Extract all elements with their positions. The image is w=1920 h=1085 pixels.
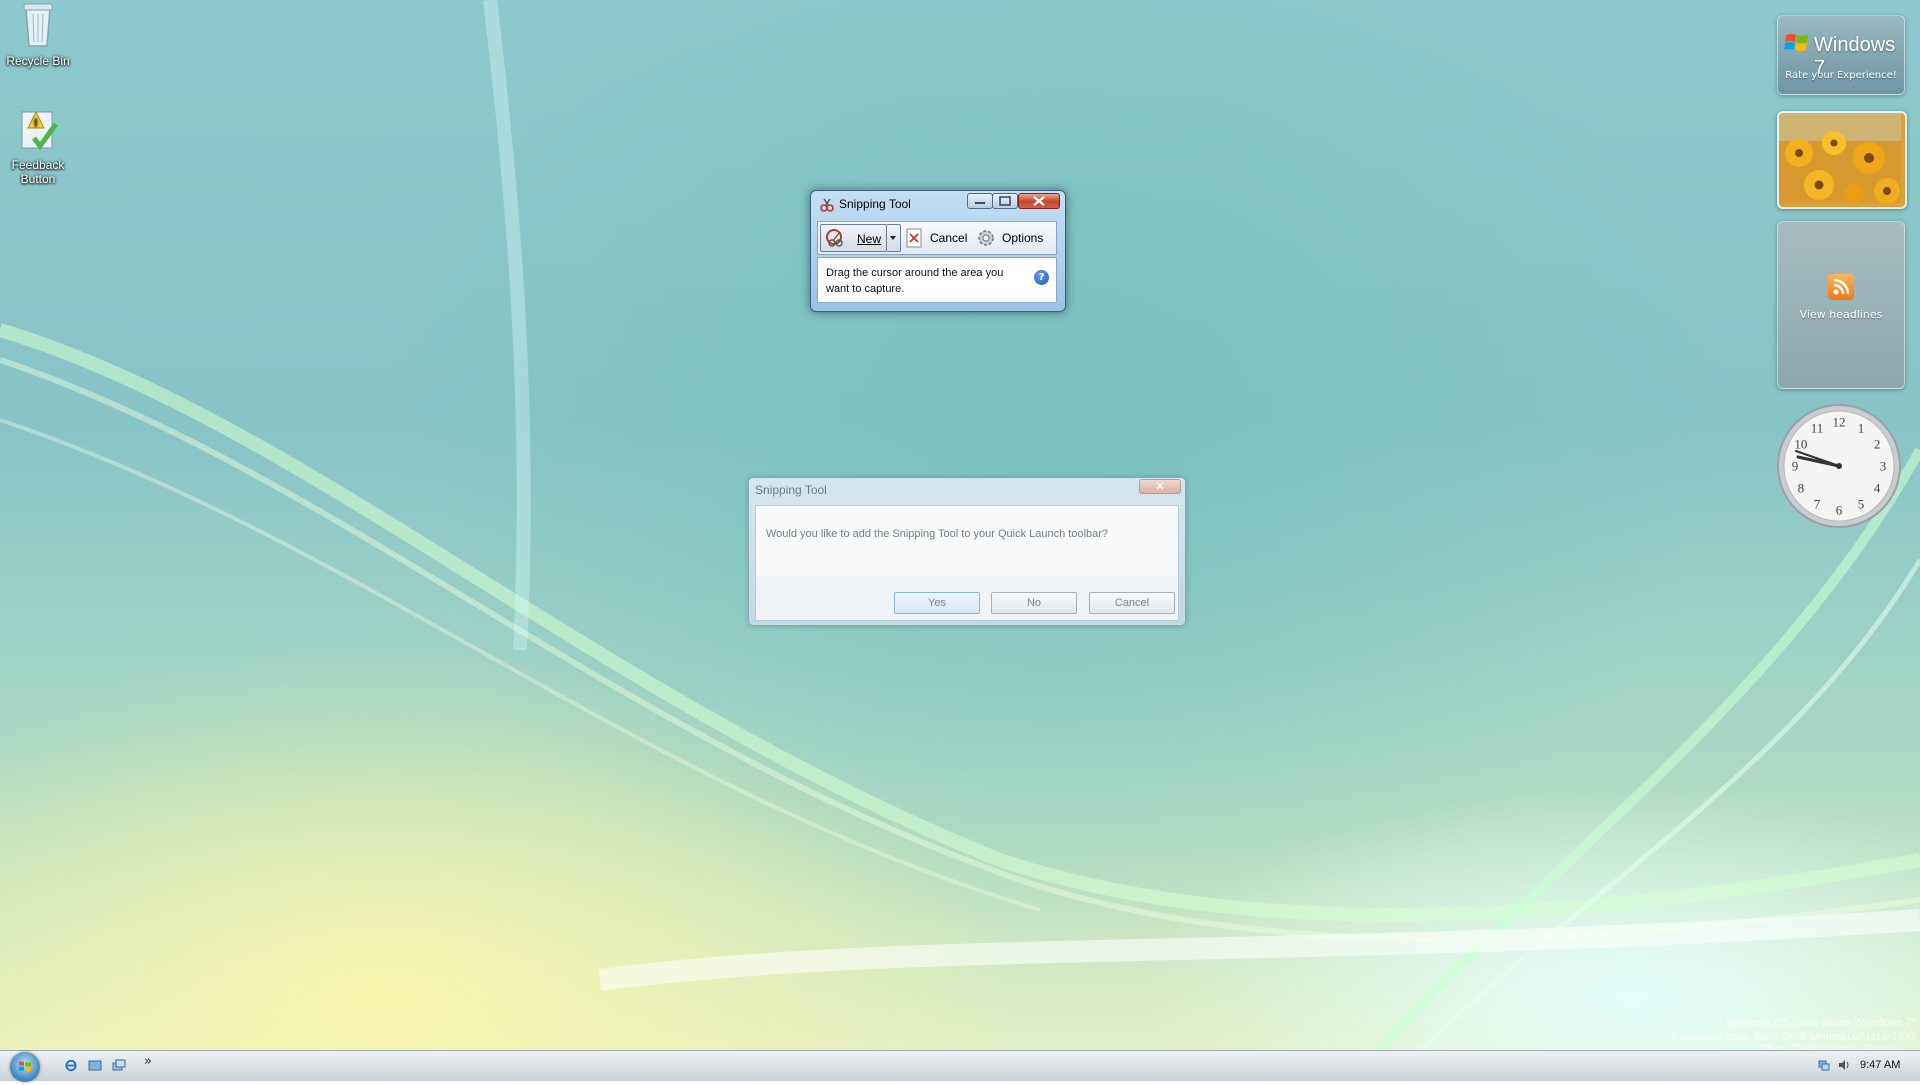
volume-icon[interactable] — [1838, 1059, 1850, 1071]
windows7-gadget[interactable]: Windows 7 Rate your Experience! — [1777, 15, 1905, 95]
new-snip-dropdown[interactable] — [887, 224, 901, 252]
clock-time[interactable]: 9:47 AM — [1860, 1059, 1900, 1071]
snipping-tool-window[interactable]: Snipping Tool New Cancel Options Drag th… — [810, 190, 1066, 312]
clock-numeral: 5 — [1858, 497, 1865, 512]
options-button[interactable]: Options — [976, 222, 1056, 254]
close-icon: ✕ — [1155, 480, 1165, 493]
windows-flag-icon — [1784, 34, 1808, 51]
scissors-icon — [820, 198, 834, 212]
new-snip-label: New — [857, 232, 882, 246]
yes-button[interactable]: Yes — [894, 592, 980, 614]
minimize-button[interactable] — [967, 193, 993, 209]
cancel-snip-label: Cancel — [930, 231, 968, 245]
windows-orb-icon — [19, 1061, 31, 1072]
help-icon[interactable]: ? — [1034, 270, 1049, 285]
quick-launch-more-button[interactable]: » — [144, 1054, 152, 1069]
svg-text:!: ! — [34, 117, 38, 129]
clock-numeral: 3 — [1880, 459, 1887, 474]
recycle-bin-icon — [23, 3, 53, 47]
minimize-icon — [975, 202, 985, 204]
new-snip-icon — [826, 229, 843, 247]
dialog-button-row: Yes No Cancel — [756, 576, 1178, 620]
dialog-question: Would you like to add the Snipping Tool … — [766, 528, 1109, 540]
gear-icon — [978, 230, 994, 246]
clock-numeral: 7 — [1814, 497, 1821, 512]
clock-numeral: 6 — [1836, 503, 1843, 518]
no-button[interactable]: No — [991, 592, 1077, 614]
cancel-icon — [906, 228, 922, 248]
chevron-down-icon — [890, 236, 896, 240]
desktop-icon-feedback-button[interactable]: ! Feedback Button — [0, 106, 76, 186]
rss-icon — [1828, 274, 1854, 300]
network-icon[interactable] — [1818, 1059, 1830, 1071]
dialog-close-button[interactable]: ✕ — [1139, 479, 1181, 494]
snipping-toolbar: New Cancel Options — [817, 221, 1057, 255]
cancel-button[interactable]: Cancel — [1089, 592, 1175, 614]
close-icon — [1033, 196, 1045, 206]
show-desktop-icon[interactable] — [88, 1059, 102, 1072]
slideshow-gadget[interactable] — [1777, 111, 1907, 209]
windows7-gadget-subtitle[interactable]: Rate your Experience! — [1778, 70, 1904, 81]
new-snip-button[interactable]: New — [820, 224, 887, 252]
brand-watermark: The Collection Book — [1757, 1042, 1900, 1050]
view-headlines-link[interactable]: View headlines — [1778, 308, 1904, 321]
clock-numeral: 9 — [1792, 459, 1799, 474]
desktop-icon-recycle-bin[interactable]: Recycle Bin — [0, 2, 76, 68]
snipping-tool-body: Drag the cursor around the area you want… — [817, 257, 1057, 303]
instruction-text: Drag the cursor around the area you want… — [826, 267, 1004, 295]
desktop: Recycle Bin ! Feedback Button Windows 7 … — [0, 0, 1920, 1050]
maximize-icon — [999, 196, 1011, 206]
clock-numeral: 2 — [1874, 437, 1881, 452]
maximize-button[interactable] — [992, 193, 1018, 209]
clock-numeral: 12 — [1833, 415, 1846, 430]
desktop-icon-label: Recycle Bin — [6, 54, 70, 68]
build-watermark-line1: Windows (R) Code Name "Windows 7" — [1726, 1017, 1916, 1029]
taskbar: » 9:47 AM — [0, 1050, 1920, 1082]
close-button[interactable] — [1018, 193, 1060, 209]
feed-headlines-gadget[interactable]: View headlines — [1777, 221, 1905, 389]
start-button[interactable] — [10, 1052, 40, 1082]
clock-numeral: 11 — [1811, 420, 1824, 435]
switch-windows-icon[interactable] — [112, 1059, 126, 1072]
clock-numeral: 1 — [1858, 420, 1865, 435]
clock-gadget[interactable]: 12 12 3 45678 9 10 11 — [1776, 403, 1902, 529]
window-title: Snipping Tool — [839, 197, 911, 211]
slideshow-photo — [1779, 113, 1901, 204]
clock-numeral: 10 — [1794, 437, 1807, 452]
cancel-snip-button[interactable]: Cancel — [906, 222, 970, 254]
options-label: Options — [1002, 231, 1044, 245]
internet-explorer-icon[interactable] — [64, 1059, 78, 1072]
desktop-icon-label: Feedback Button — [11, 158, 65, 186]
clock-numeral: 4 — [1874, 481, 1881, 496]
quick-launch-dialog[interactable]: Snipping Tool ✕ Would you like to add th… — [748, 477, 1186, 626]
feedback-icon: ! — [21, 110, 59, 151]
clock-numeral: 8 — [1798, 481, 1805, 496]
dialog-content: Would you like to add the Snipping Tool … — [755, 505, 1179, 621]
dialog-title: Snipping Tool — [755, 483, 827, 497]
